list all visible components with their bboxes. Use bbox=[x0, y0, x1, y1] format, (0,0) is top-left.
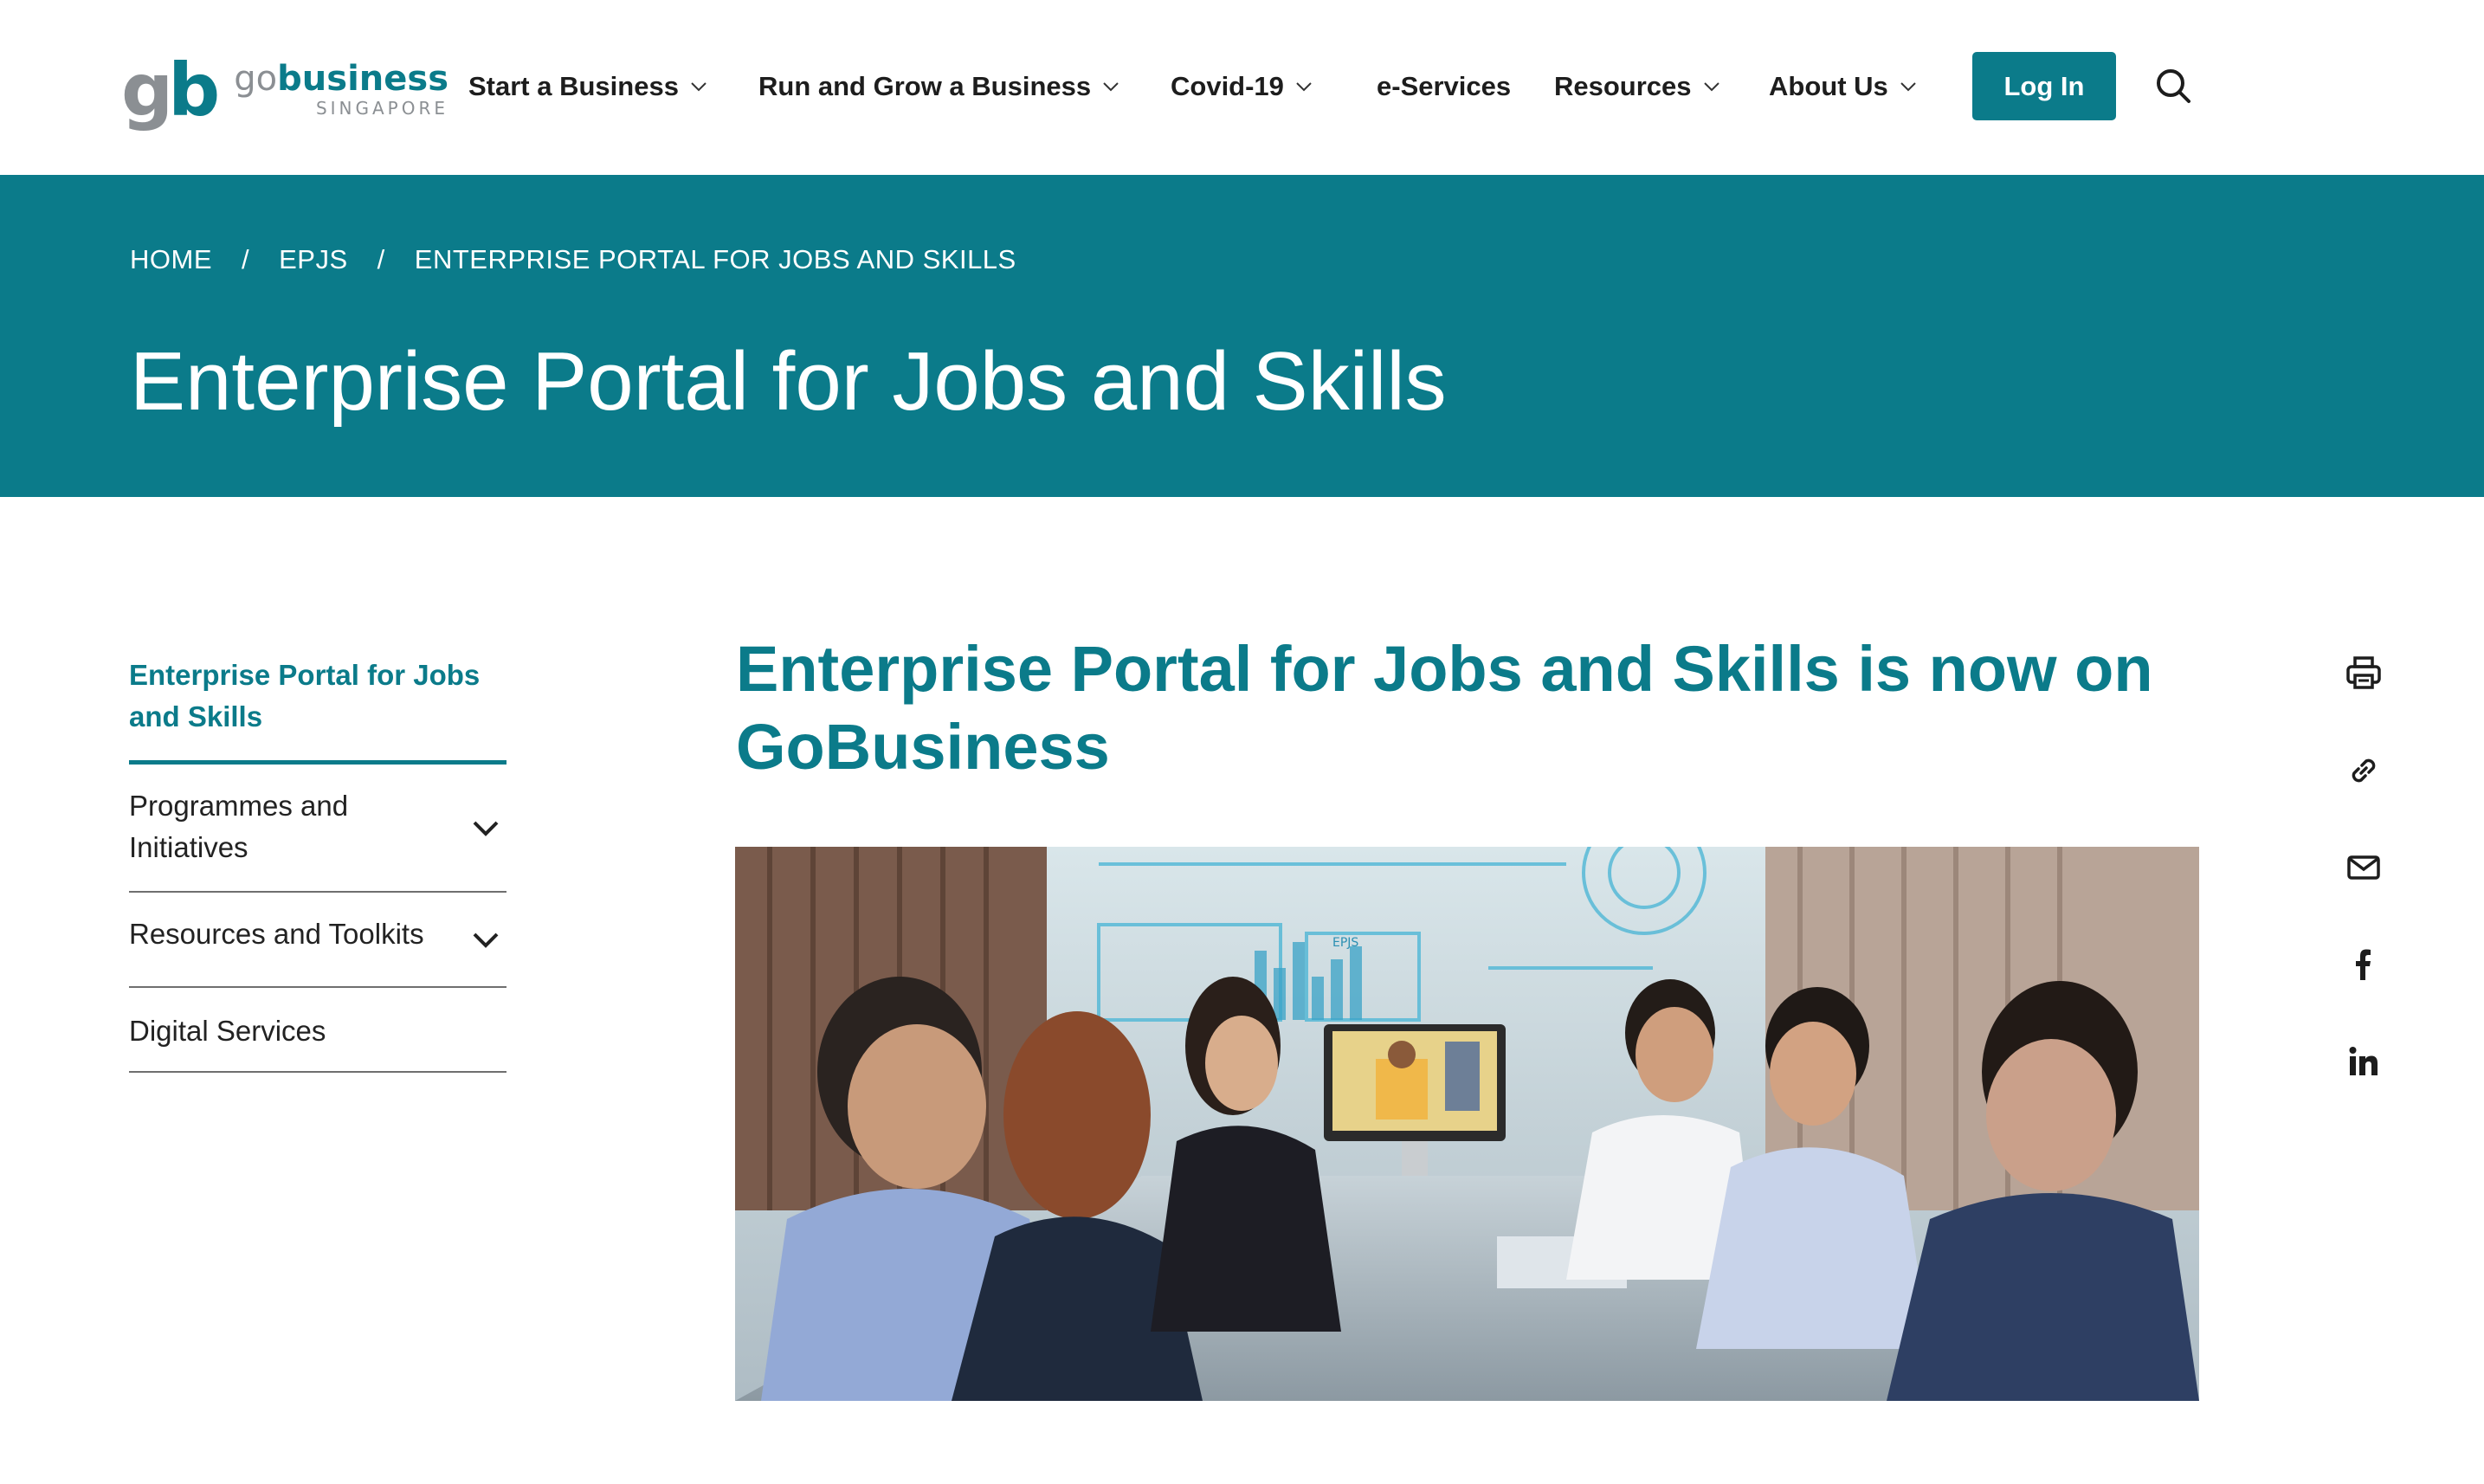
facebook-icon[interactable] bbox=[2344, 945, 2384, 984]
breadcrumb-separator: / bbox=[377, 244, 385, 274]
login-button[interactable]: Log In bbox=[1972, 52, 2116, 120]
site-header: gb gobusiness SINGAPORE Start a Business… bbox=[0, 0, 2484, 175]
nav-resources[interactable]: Resources bbox=[1554, 62, 1721, 111]
chevron-down-icon bbox=[1900, 82, 1916, 92]
logo-mark-g: g bbox=[121, 48, 173, 132]
chevron-down-icon[interactable] bbox=[470, 812, 501, 843]
print-icon[interactable] bbox=[2344, 654, 2384, 694]
logo-mark-b: b bbox=[168, 48, 221, 132]
meeting-illustration: EPJS bbox=[735, 847, 2199, 1401]
logo-wordmark: gobusiness SINGAPORE bbox=[234, 61, 448, 117]
chevron-down-icon bbox=[1703, 82, 1719, 92]
email-icon bbox=[2347, 855, 2380, 880]
breadcrumb-home[interactable]: HOME bbox=[130, 244, 212, 275]
nav-e-services[interactable]: e-Services bbox=[1377, 62, 1511, 111]
nav-run-and-grow[interactable]: Run and Grow a Business bbox=[758, 62, 1120, 111]
nav-label: Covid-19 bbox=[1171, 71, 1284, 101]
breadcrumb: HOME / EPJS / ENTERPRISE PORTAL FOR JOBS… bbox=[130, 244, 1016, 275]
nav-label: e-Services bbox=[1377, 71, 1512, 101]
search-icon[interactable] bbox=[2153, 66, 2193, 106]
sidebar-item-digital-services[interactable]: Digital Services bbox=[129, 988, 506, 1073]
nav-label: Resources bbox=[1554, 71, 1692, 101]
sidebar-item-label: Digital Services bbox=[129, 1015, 326, 1047]
sidebar-item-active[interactable]: Enterprise Portal for Jobs and Skills bbox=[129, 641, 506, 765]
sidebar-item-label: Programmes and Initiatives bbox=[129, 790, 349, 863]
sidebar-item-resources[interactable]: Resources and Toolkits bbox=[129, 893, 506, 988]
chevron-down-icon bbox=[691, 82, 706, 92]
logo-mark: gb bbox=[121, 52, 220, 126]
print-icon bbox=[2346, 656, 2381, 689]
nav-start-a-business[interactable]: Start a Business bbox=[468, 62, 708, 111]
breadcrumb-separator: / bbox=[242, 244, 250, 274]
sidebar-nav: Enterprise Portal for Jobs and Skills Pr… bbox=[129, 641, 506, 1073]
main-heading: Enterprise Portal for Jobs and Skills is… bbox=[736, 633, 2153, 783]
link-icon[interactable] bbox=[2344, 751, 2384, 790]
logo-business: business bbox=[277, 59, 449, 99]
nav-label: Start a Business bbox=[468, 71, 679, 101]
linkedin-icon bbox=[2349, 1047, 2378, 1075]
meeting-room-photo: EPJS bbox=[735, 847, 2199, 1401]
chevron-down-icon bbox=[1296, 82, 1312, 92]
link-icon bbox=[2352, 758, 2376, 783]
breadcrumb-current: ENTERPRISE PORTAL FOR JOBS AND SKILLS bbox=[414, 244, 1016, 274]
email-icon[interactable] bbox=[2344, 848, 2384, 887]
nav-about-us[interactable]: About Us bbox=[1769, 62, 1918, 111]
facebook-icon bbox=[2356, 949, 2371, 980]
nav-label: Run and Grow a Business bbox=[758, 71, 1092, 101]
nav-label: About Us bbox=[1769, 71, 1888, 101]
logo-go: go bbox=[234, 59, 278, 99]
gobusiness-logo[interactable]: gb gobusiness SINGAPORE bbox=[121, 50, 448, 128]
linkedin-icon[interactable] bbox=[2344, 1042, 2384, 1081]
nav-covid-19[interactable]: Covid-19 bbox=[1171, 62, 1313, 111]
sidebar-item-label: Resources and Toolkits bbox=[129, 918, 424, 950]
logo-tagline: SINGAPORE bbox=[315, 98, 449, 119]
breadcrumb-epjs[interactable]: EPJS bbox=[279, 244, 348, 275]
page-title: Enterprise Portal for Jobs and Skills bbox=[130, 335, 1447, 428]
chevron-down-icon bbox=[1103, 82, 1119, 92]
sidebar-item-programmes[interactable]: Programmes and Initiatives bbox=[129, 765, 506, 893]
page-hero: HOME / EPJS / ENTERPRISE PORTAL FOR JOBS… bbox=[0, 175, 2484, 497]
screen-text: EPJS bbox=[1332, 936, 1358, 950]
chevron-down-icon[interactable] bbox=[470, 924, 501, 955]
